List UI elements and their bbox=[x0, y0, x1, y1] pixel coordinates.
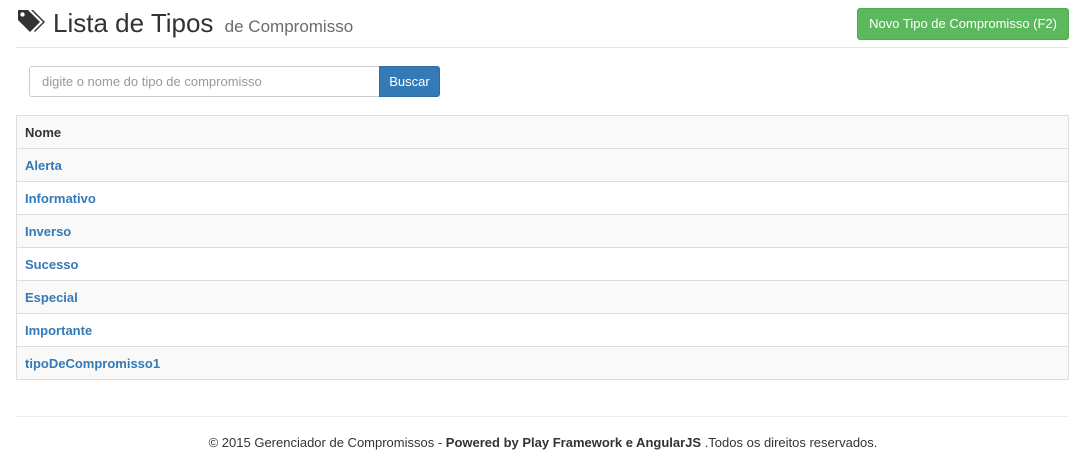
search-input[interactable] bbox=[29, 66, 379, 97]
footer-powered-by: Powered by Play Framework e AngularJS bbox=[445, 435, 702, 450]
footer-copyright: © 2015 Gerenciador de Compromissos - bbox=[208, 435, 446, 450]
table-row: Especial bbox=[16, 280, 1069, 314]
footer-rights: .Todos os direitos reservados. bbox=[701, 435, 878, 450]
type-link[interactable]: Importante bbox=[25, 323, 92, 338]
type-link[interactable]: tipoDeCompromisso1 bbox=[25, 356, 160, 371]
new-type-button[interactable]: Novo Tipo de Compromisso (F2) bbox=[857, 8, 1069, 40]
footer: © 2015 Gerenciador de Compromissos - Pow… bbox=[0, 435, 1086, 450]
table-cell: Importante bbox=[16, 313, 1069, 347]
type-link[interactable]: Alerta bbox=[25, 158, 62, 173]
page-header: Lista de Tipos de Compromisso Novo Tipo … bbox=[16, 0, 1069, 48]
page-subtitle: de Compromisso bbox=[224, 17, 354, 36]
search-button[interactable]: Buscar bbox=[379, 66, 440, 97]
type-link[interactable]: Sucesso bbox=[25, 257, 78, 272]
table-row: tipoDeCompromisso1 bbox=[16, 346, 1069, 380]
table-row: Sucesso bbox=[16, 247, 1069, 281]
table-cell: tipoDeCompromisso1 bbox=[16, 346, 1069, 380]
table-cell: Informativo bbox=[16, 181, 1069, 215]
page-title-text: Lista de Tipos bbox=[53, 8, 214, 38]
table-row: Inverso bbox=[16, 214, 1069, 248]
tags-icon bbox=[18, 10, 45, 32]
table-header-row: Nome bbox=[16, 115, 1069, 149]
table-cell: Especial bbox=[16, 280, 1069, 314]
column-header-nome: Nome bbox=[16, 115, 1069, 149]
page-title: Lista de Tipos de Compromisso bbox=[53, 8, 353, 39]
type-link[interactable]: Informativo bbox=[25, 191, 96, 206]
table-cell: Sucesso bbox=[16, 247, 1069, 281]
type-link[interactable]: Especial bbox=[25, 290, 78, 305]
footer-divider bbox=[16, 416, 1069, 417]
table-row: Importante bbox=[16, 313, 1069, 347]
table-row: Informativo bbox=[16, 181, 1069, 215]
table-cell: Alerta bbox=[16, 148, 1069, 182]
types-table: Nome Alerta Informativo Inverso Sucesso … bbox=[16, 115, 1069, 380]
type-link[interactable]: Inverso bbox=[25, 224, 71, 239]
table-row: Alerta bbox=[16, 148, 1069, 182]
table-cell: Inverso bbox=[16, 214, 1069, 248]
